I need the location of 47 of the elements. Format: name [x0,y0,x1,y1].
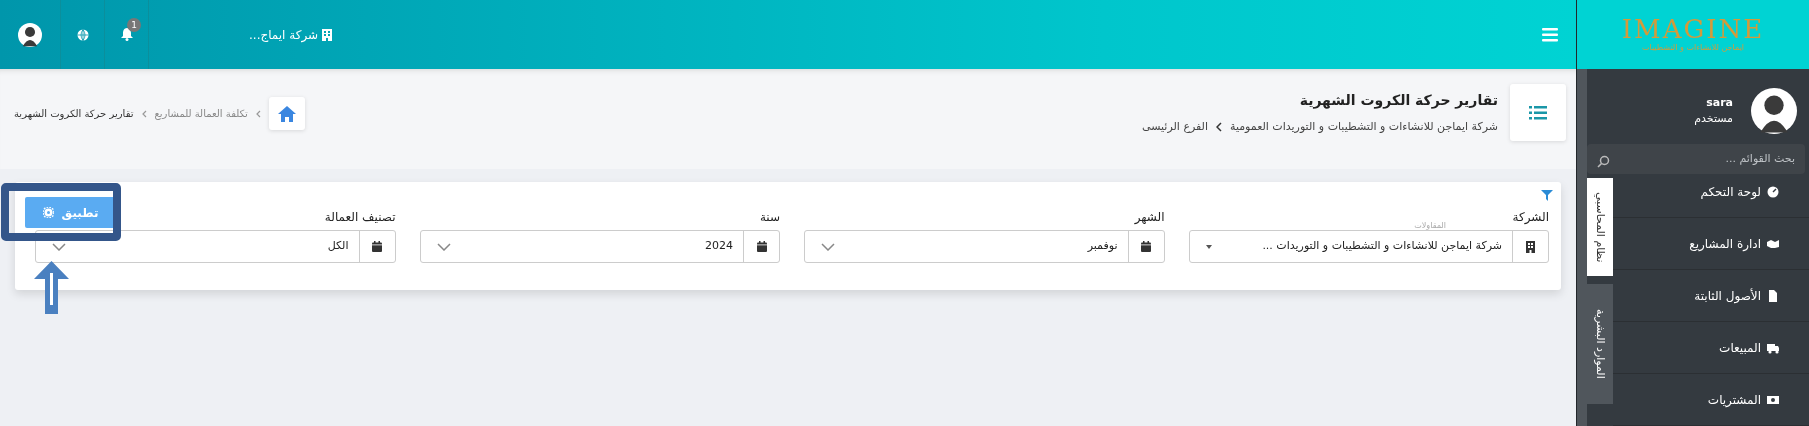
branch-name: الفرع الرئيسى [1142,119,1208,135]
field-label: الشركة [1512,209,1549,226]
truck-icon [1767,341,1779,354]
calendar-icon [372,241,382,252]
bell-icon [120,28,133,41]
field-label: الشهر [1134,209,1165,226]
chevron-icon [52,242,66,251]
menu-icon [1542,28,1558,42]
user-role: مستخدم [1694,111,1733,128]
gauge-icon [1767,185,1779,198]
sidebar-tab[interactable]: الموارد البشرية [1587,284,1613,404]
building-icon [322,28,333,41]
home-icon [277,105,296,122]
filter-icon [1541,190,1553,201]
globe-icon [76,28,89,41]
company-select[interactable]: شركة ايماجن للانشاءات و التشطيبات و التوريدات ... [1188,230,1549,263]
chevron-icon [436,242,451,251]
calendar-icon [756,241,767,252]
banknote-icon [1767,393,1779,406]
building-icon [1526,240,1535,253]
search-icon [1597,154,1610,168]
user-name: sara [1705,94,1733,111]
caret-icon [1205,244,1212,249]
page-title: تقارير حركة الكروت الشهرية [1298,91,1498,111]
company-name: شركة ايماجن للانشاءات و التشطيبات و التوريدات العمومية [1230,119,1498,135]
calendar-icon [1141,241,1151,252]
field-label: تصنيف العمالة [324,209,396,226]
menu-search-field[interactable]: بحث القوائم ... [1587,143,1805,174]
chevron-icon [821,242,835,251]
sidebar-menu-item[interactable]: المشتريات [1613,374,1809,426]
field-label: سنة [759,209,780,226]
dropdown-field[interactable]: الكل [35,230,396,263]
chevron-icon [255,109,261,118]
user-avatar [18,22,42,47]
logo-text: IMAGINE [1621,15,1765,42]
notification-count: 1 [127,18,141,32]
chevron-icon [1216,122,1222,133]
list-icon [1529,105,1547,120]
dropdown-field[interactable]: نوفمبر [804,230,1165,263]
file-icon [1767,289,1779,302]
chevron-icon [141,109,147,118]
gear-icon [42,207,54,218]
home-button[interactable] [268,97,305,130]
dropdown-field[interactable]: 2024 [419,230,780,263]
logo-tagline: ايماجن للانشاءات و التشطيبات [1641,41,1745,54]
sidebar-tab[interactable]: نظام المحاسبي [1587,178,1613,276]
list-button[interactable] [1510,84,1566,141]
